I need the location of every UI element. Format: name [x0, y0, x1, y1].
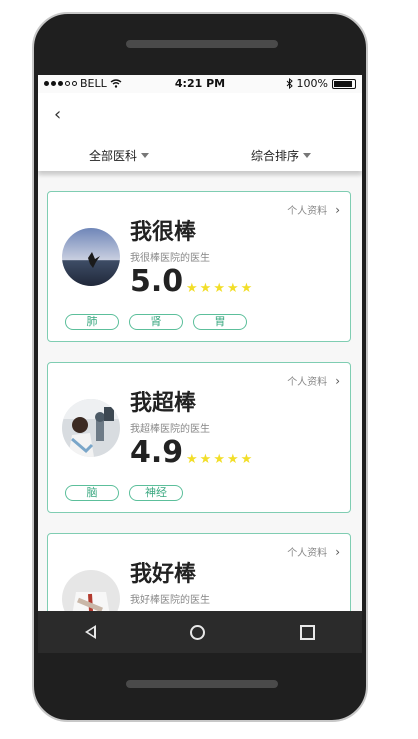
specialty-tag[interactable]: 脑 [65, 485, 119, 501]
app-screen: BELL 4:21 PM 100% ‹ 全部医科 综合排序 个人资料 › 我很棒… [38, 75, 362, 653]
doctor-card[interactable]: 个人资料 › 我很棒 我很棒医院的医生 5.0 ★ ★ ★ ★ ★ 肺 肾 胃 [47, 191, 351, 342]
filter-sort-label: 综合排序 [250, 148, 299, 163]
star-icon: ★ [186, 452, 198, 467]
chevron-right-icon: › [335, 202, 340, 217]
specialty-tag[interactable]: 肺 [65, 314, 119, 330]
filter-bar: 全部医科 综合排序 [38, 139, 362, 171]
profile-link[interactable]: 个人资料 › [287, 373, 340, 389]
battery-icon [332, 78, 356, 89]
home-circle-icon[interactable] [190, 624, 206, 640]
doctor-score: 4.9 [130, 435, 184, 470]
profile-link-label: 个人资料 [287, 206, 328, 217]
doctor-name: 我好棒 [130, 562, 197, 587]
doctor-name: 我超棒 [130, 391, 197, 416]
profile-link-label: 个人资料 [287, 377, 328, 388]
profile-link-label: 个人资料 [287, 548, 328, 559]
filter-department-label: 全部医科 [88, 148, 137, 163]
specialty-tag[interactable]: 神经 [129, 485, 183, 501]
star-icon: ★ [213, 452, 225, 467]
avatar [62, 570, 120, 611]
doctor-card[interactable]: 个人资料 › 我好棒 我好棒医院的医生 [47, 533, 351, 611]
back-triangle-icon[interactable] [85, 625, 97, 639]
avatar [62, 228, 120, 286]
profile-link[interactable]: 个人资料 › [287, 202, 340, 218]
rating-stars: ★ ★ ★ ★ ★ [186, 282, 252, 295]
caret-down-icon [141, 152, 149, 158]
doctor-card[interactable]: 个人资料 › 我超棒 我超棒医院的医生 4.9 ★ ★ ★ ★ ★ 脑 神经 [47, 362, 351, 513]
doctor-hospital: 我很棒医院的医生 [130, 253, 210, 264]
avatar [62, 399, 120, 457]
bluetooth-icon [286, 78, 293, 89]
recents-square-icon[interactable] [299, 624, 315, 640]
phone-bottom-bar [126, 680, 278, 688]
specialty-tags: 肺 肾 胃 [65, 314, 247, 330]
star-icon: ★ [240, 452, 253, 467]
profile-link[interactable]: 个人资料 › [287, 544, 340, 560]
star-icon: ★ [226, 452, 239, 467]
star-icon: ★ [213, 281, 225, 296]
specialty-tag[interactable]: 肾 [129, 314, 183, 330]
specialty-tag[interactable]: 胃 [193, 314, 247, 330]
doctor-name: 我很棒 [130, 220, 197, 245]
star-icon: ★ [199, 281, 212, 296]
back-button[interactable]: ‹ [54, 104, 61, 125]
star-icon: ★ [240, 281, 253, 296]
doctor-list[interactable]: 个人资料 › 我很棒 我很棒医院的医生 5.0 ★ ★ ★ ★ ★ 肺 肾 胃 … [38, 171, 362, 611]
filter-sort[interactable]: 综合排序 [200, 139, 362, 171]
nav-bar: ‹ [38, 93, 362, 139]
phone-speaker [126, 40, 278, 48]
doctor-score: 5.0 [130, 264, 184, 299]
status-bar: BELL 4:21 PM 100% [38, 75, 362, 93]
status-right: 100% [286, 77, 356, 90]
specialty-tags: 脑 神经 [65, 485, 183, 501]
chevron-right-icon: › [335, 544, 340, 559]
doctor-hospital: 我好棒医院的医生 [130, 595, 210, 606]
filter-department[interactable]: 全部医科 [38, 139, 200, 171]
star-icon: ★ [226, 281, 239, 296]
doctor-hospital: 我超棒医院的医生 [130, 424, 210, 435]
chevron-right-icon: › [335, 373, 340, 388]
battery-label: 100% [296, 77, 328, 90]
system-nav-bar [38, 611, 362, 653]
star-icon: ★ [186, 281, 198, 296]
caret-down-icon [303, 152, 311, 158]
star-icon: ★ [199, 452, 212, 467]
rating-stars: ★ ★ ★ ★ ★ [186, 453, 252, 466]
